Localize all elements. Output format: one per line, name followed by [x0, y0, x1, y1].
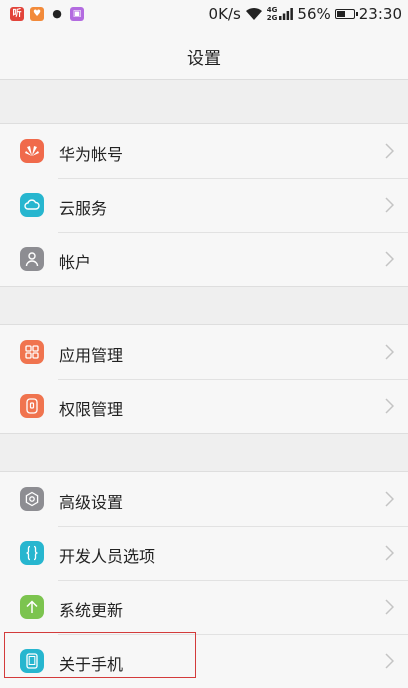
permission-icon	[20, 394, 44, 418]
photo-app-icon: ▣	[70, 7, 84, 21]
settings-item-about-phone[interactable]: 关于手机	[0, 634, 408, 688]
chevron-right-icon	[385, 599, 394, 615]
chevron-right-icon	[385, 344, 394, 360]
settings-item-system-update[interactable]: 系统更新	[0, 580, 408, 634]
network-type: 4G 2G	[267, 6, 278, 22]
title-bar: 设置	[0, 28, 408, 80]
settings-item-label: 开发人员选项	[59, 547, 156, 566]
page-title: 设置	[187, 49, 221, 69]
settings-item-label: 高级设置	[59, 493, 124, 512]
app-grid-icon	[20, 340, 44, 364]
network-speed: 0K/s	[208, 5, 241, 23]
settings-section-account: 华为帐号 云服务 帐户	[0, 123, 408, 287]
settings-item-label: 关于手机	[59, 655, 124, 674]
battery-percent: 56%	[297, 5, 331, 23]
gear-icon	[20, 487, 44, 511]
settings-item-developer-options[interactable]: 开发人员选项	[0, 526, 408, 580]
battery-fill	[336, 11, 346, 17]
settings-item-cloud-service[interactable]: 云服务	[0, 178, 408, 232]
qq-penguin-icon: ●	[52, 7, 62, 20]
battery-icon	[334, 9, 358, 19]
settings-item-label: 云服务	[59, 199, 108, 218]
settings-item-permission-management[interactable]: 权限管理	[0, 379, 408, 433]
settings-item-label: 帐户	[59, 253, 92, 272]
chevron-right-icon	[385, 143, 394, 159]
chevron-right-icon	[385, 653, 394, 669]
huawei-logo-icon	[20, 139, 44, 163]
clock: 23:30	[358, 5, 402, 23]
network-4g-label: 4G	[266, 6, 278, 14]
settings-item-advanced-settings[interactable]: 高级设置	[0, 472, 408, 526]
chevron-right-icon	[385, 545, 394, 561]
settings-item-label: 华为帐号	[59, 145, 124, 164]
chevron-right-icon	[385, 491, 394, 507]
music-app-icon: 听	[10, 7, 24, 21]
settings-item-label: 权限管理	[59, 400, 124, 419]
settings-item-label: 系统更新	[59, 601, 124, 620]
settings-item-accounts[interactable]: 帐户	[0, 232, 408, 286]
settings-item-app-management[interactable]: 应用管理	[0, 325, 408, 379]
settings-section-apps: 应用管理 权限管理	[0, 324, 408, 434]
phone-icon	[20, 649, 44, 673]
chevron-right-icon	[385, 251, 394, 267]
chevron-right-icon	[385, 197, 394, 213]
chevron-right-icon	[385, 398, 394, 414]
heart-app-icon: ♥	[30, 7, 44, 21]
settings-section-system: 高级设置 开发人员选项 系统更新 关于手机	[0, 471, 408, 688]
cloud-icon	[20, 193, 44, 217]
update-arrow-icon	[20, 595, 44, 619]
network-2g-label: 2G	[266, 14, 278, 22]
status-bar: 听 ♥ ● ▣ 0K/s 4G 2G 56% 23:30	[0, 0, 408, 28]
signal-icon	[279, 8, 294, 20]
settings-item-huawei-id[interactable]: 华为帐号	[0, 124, 408, 178]
braces-icon	[20, 541, 44, 565]
wifi-icon	[245, 7, 262, 20]
user-icon	[20, 247, 44, 271]
settings-item-label: 应用管理	[59, 346, 124, 365]
